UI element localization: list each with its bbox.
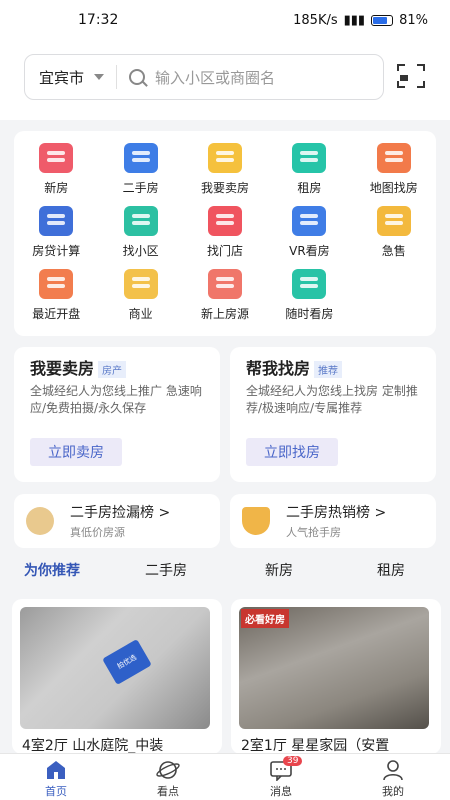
- store-icon: [207, 206, 242, 236]
- grid-item-label: 地图找房: [369, 181, 418, 195]
- planet-icon: [156, 761, 180, 779]
- network-speed: 185K/s: [293, 12, 338, 28]
- chevron-down-icon[interactable]: [94, 74, 105, 80]
- grid-item[interactable]: VR看房: [267, 206, 351, 269]
- grid-item[interactable]: 随时看房: [267, 269, 351, 332]
- tag-icon: [207, 143, 242, 173]
- grid-item-label: 急售: [381, 244, 406, 258]
- header: 宜宾市 输入小区或商圈名: [0, 40, 450, 120]
- nav-profile[interactable]: 我的: [363, 754, 423, 799]
- status-bar: 17:32 185K/s ▮▮▮ 81%: [0, 0, 450, 40]
- grid-item[interactable]: 地图找房: [352, 143, 436, 206]
- bottom-nav: 首页 看点 39 消息 我的: [0, 753, 450, 800]
- city-selector[interactable]: 宜宾市: [25, 67, 84, 88]
- building-icon: [39, 143, 74, 173]
- building-icon: [123, 143, 158, 173]
- find-now-button[interactable]: 立即找房: [246, 438, 338, 466]
- battery-icon: [371, 14, 394, 26]
- grid-item[interactable]: 二手房: [98, 143, 182, 206]
- tab-second-hand[interactable]: 二手房: [145, 560, 187, 580]
- tab-new-house[interactable]: 新房: [265, 560, 293, 580]
- medal-icon: [26, 507, 54, 535]
- grid-item-label: 我要卖房: [200, 181, 249, 195]
- sell-now-button[interactable]: 立即卖房: [30, 438, 122, 466]
- rank-subtitle: 真低价房源: [70, 526, 125, 539]
- map-pin-icon: [376, 143, 411, 173]
- grid-item-label: 最近开盘: [32, 307, 81, 321]
- promo-title: 我要卖房 房产: [30, 355, 204, 379]
- function-grid: 新房 二手房 我要卖房 租房 地图找房房贷计算 找小区 找门店 VR看房 急售最近开盘 商业 新上房…: [14, 131, 436, 336]
- grid-item[interactable]: 新上房源: [183, 269, 267, 332]
- scan-icon[interactable]: [397, 64, 425, 88]
- recommend-tabs: 为你推荐 二手房 新房 租房: [0, 556, 450, 586]
- listing-card[interactable]: 拍优选 4室2厅 山水庭院_中装: [12, 599, 222, 754]
- vr-icon: [292, 206, 327, 236]
- divider: [116, 65, 118, 89]
- rank-title: 二手房热销榜 >: [286, 505, 387, 521]
- grid-item[interactable]: 急售: [352, 206, 436, 269]
- home-icon: [47, 761, 65, 779]
- sale-icon: [376, 206, 411, 236]
- new-building-icon: [207, 269, 242, 299]
- search-input[interactable]: 输入小区或商圈名: [155, 67, 275, 88]
- promo-desc: 全城经纪人为您线上推广 急速响应/免费拍摄/永久保存: [30, 384, 202, 415]
- nav-label: 首页: [45, 785, 67, 798]
- nav-label: 看点: [157, 785, 179, 798]
- search-box[interactable]: 宜宾市 输入小区或商圈名: [24, 54, 384, 100]
- grid-item[interactable]: 商业: [98, 269, 182, 332]
- tab-recommend[interactable]: 为你推荐: [24, 560, 80, 580]
- rank-title: 二手房捡漏榜 >: [70, 505, 171, 521]
- grid-item[interactable]: 房贷计算: [14, 206, 98, 269]
- grid-item-label: 找门店: [206, 244, 243, 258]
- grid-item-label: 新房: [44, 181, 69, 195]
- grid-item-label: 房贷计算: [32, 244, 81, 258]
- find-house-card[interactable]: 帮我找房 推荐 全城经纪人为您线上找房 定制推荐/极速响应/专属推荐 立即找房: [230, 347, 436, 482]
- status-time: 17:32: [78, 12, 119, 28]
- grid-item-label: 二手房: [122, 181, 159, 195]
- grid-item-label: 随时看房: [285, 307, 334, 321]
- grid-item[interactable]: 我要卖房: [183, 143, 267, 206]
- nav-label: 我的: [382, 785, 404, 798]
- nav-home[interactable]: 首页: [26, 754, 86, 799]
- battery-level: 81%: [399, 12, 428, 28]
- unread-badge: 39: [283, 756, 303, 766]
- nav-discover[interactable]: 看点: [138, 754, 198, 799]
- nav-messages[interactable]: 39 消息: [251, 754, 311, 799]
- grid-item[interactable]: 租房: [267, 143, 351, 206]
- tab-rent[interactable]: 租房: [377, 560, 405, 580]
- grid-item-label: VR看房: [289, 244, 330, 258]
- grid-item-label: 租房: [297, 181, 322, 195]
- promo-tag: 推荐: [314, 361, 343, 378]
- user-icon: [383, 760, 403, 781]
- signal-icon: ▮▮▮: [343, 12, 366, 28]
- promo-tag: 房产: [98, 361, 127, 378]
- buildings-icon: [123, 206, 158, 236]
- search-icon: [129, 69, 146, 85]
- grid-item-label: 找小区: [122, 244, 159, 258]
- rank-subtitle: 人气抢手房: [286, 526, 341, 539]
- grid-item[interactable]: 最近开盘: [14, 269, 98, 332]
- listing-title: 2室1厅 星星家园（安置: [241, 738, 390, 754]
- grid-item[interactable]: 找小区: [98, 206, 182, 269]
- suitcase-icon: [292, 143, 327, 173]
- sell-house-card[interactable]: 我要卖房 房产 全城经纪人为您线上推广 急速响应/免费拍摄/永久保存 立即卖房: [14, 347, 220, 482]
- promo-desc: 全城经纪人为您线上找房 定制推荐/极速响应/专属推荐: [246, 384, 418, 415]
- grid-item[interactable]: 找门店: [183, 206, 267, 269]
- bargain-rank-card[interactable]: 二手房捡漏榜 > 真低价房源: [14, 494, 220, 548]
- promo-title: 帮我找房 推荐: [246, 355, 420, 379]
- calculator-icon: [39, 206, 74, 236]
- grid-item[interactable]: 新房: [14, 143, 98, 206]
- office-icon: [123, 269, 158, 299]
- grid-item-label: 新上房源: [200, 307, 249, 321]
- house-search-icon: [39, 269, 74, 299]
- status-right: 185K/s ▮▮▮ 81%: [293, 13, 428, 28]
- grid-item-label: 商业: [128, 307, 153, 321]
- listing-title: 4室2厅 山水庭院_中装: [22, 738, 164, 754]
- listing-card[interactable]: 必看好房 2室1厅 星星家园（安置: [231, 599, 441, 754]
- nav-label: 消息: [270, 785, 292, 798]
- listing-badge: 必看好房: [241, 609, 289, 628]
- hot-rank-card[interactable]: 二手房热销榜 > 人气抢手房: [230, 494, 436, 548]
- bus-icon: [292, 269, 327, 299]
- trophy-icon: [242, 507, 270, 535]
